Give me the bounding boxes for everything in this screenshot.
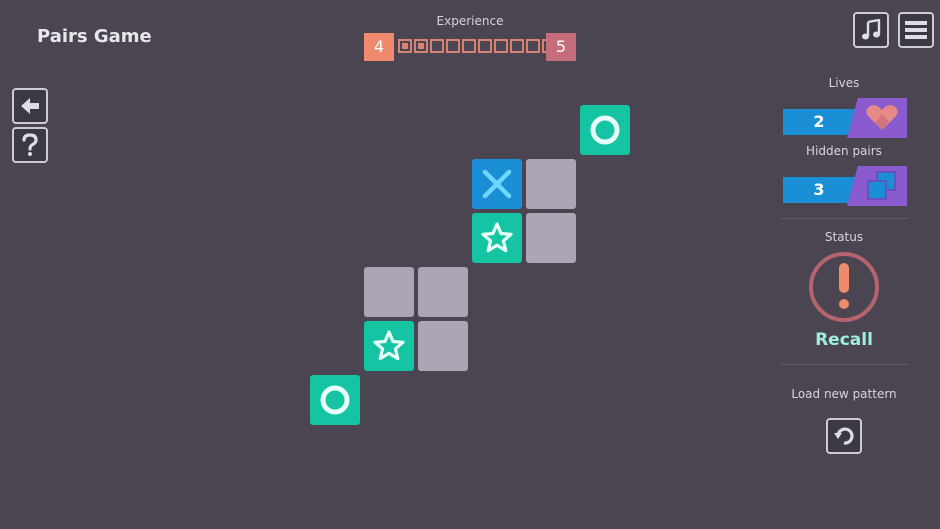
stacked-squares-icon bbox=[867, 171, 896, 200]
cross-tile[interactable] bbox=[472, 159, 522, 209]
xp-segment bbox=[446, 39, 460, 53]
experience-progress-bar bbox=[398, 39, 556, 53]
hidden-tile[interactable] bbox=[526, 159, 576, 209]
status-label: Status bbox=[824, 230, 864, 244]
hidden-tile[interactable] bbox=[364, 267, 414, 317]
circle-tile[interactable] bbox=[310, 375, 360, 425]
game-title: Pairs Game bbox=[37, 26, 152, 47]
lives-counter: 2 bbox=[783, 98, 907, 138]
current-level-badge: 4 bbox=[364, 33, 394, 61]
star-icon bbox=[481, 222, 513, 253]
hamburger-menu-icon bbox=[905, 21, 927, 39]
hidden-pairs-counter: 3 bbox=[783, 166, 907, 206]
xp-segment bbox=[414, 39, 428, 53]
xp-segment bbox=[398, 39, 412, 53]
xp-segment bbox=[462, 39, 476, 53]
help-button[interactable] bbox=[12, 127, 48, 163]
lives-value: 2 bbox=[783, 109, 855, 135]
status-value: Recall bbox=[815, 330, 873, 350]
hidden-tile[interactable] bbox=[418, 267, 468, 317]
xp-segment bbox=[478, 39, 492, 53]
heart-icon bbox=[866, 105, 898, 130]
hidden-pairs-icon-box bbox=[847, 166, 907, 206]
sidebar-divider bbox=[781, 218, 908, 219]
music-toggle-button[interactable] bbox=[853, 12, 889, 48]
music-note-icon bbox=[862, 19, 881, 40]
load-new-pattern-button[interactable] bbox=[826, 418, 862, 454]
arrow-left-icon bbox=[21, 98, 39, 114]
xp-segment bbox=[510, 39, 524, 53]
question-mark-icon bbox=[22, 133, 38, 156]
circle-tile[interactable] bbox=[580, 105, 630, 155]
star-tile[interactable] bbox=[364, 321, 414, 371]
load-new-pattern-label: Load new pattern bbox=[791, 387, 897, 401]
hidden-tile[interactable] bbox=[526, 213, 576, 263]
sidebar-divider bbox=[781, 364, 908, 365]
back-button[interactable] bbox=[12, 88, 48, 124]
xp-segment bbox=[526, 39, 540, 53]
star-icon bbox=[373, 330, 405, 361]
menu-button[interactable] bbox=[898, 12, 934, 48]
status-alert-icon bbox=[809, 252, 879, 322]
star-tile[interactable] bbox=[472, 213, 522, 263]
xp-segment bbox=[430, 39, 444, 53]
hidden-tile[interactable] bbox=[418, 321, 468, 371]
hidden-pairs-value: 3 bbox=[783, 177, 855, 203]
circle-icon bbox=[320, 385, 350, 415]
next-level-badge: 5 bbox=[546, 33, 576, 61]
lives-label: Lives bbox=[828, 76, 860, 90]
undo-arrow-icon bbox=[834, 427, 854, 445]
circle-icon bbox=[590, 115, 620, 145]
hidden-pairs-label: Hidden pairs bbox=[806, 144, 882, 158]
experience-label: Experience bbox=[436, 14, 504, 28]
cross-icon bbox=[482, 169, 512, 199]
lives-icon-box bbox=[847, 98, 907, 138]
xp-segment bbox=[494, 39, 508, 53]
